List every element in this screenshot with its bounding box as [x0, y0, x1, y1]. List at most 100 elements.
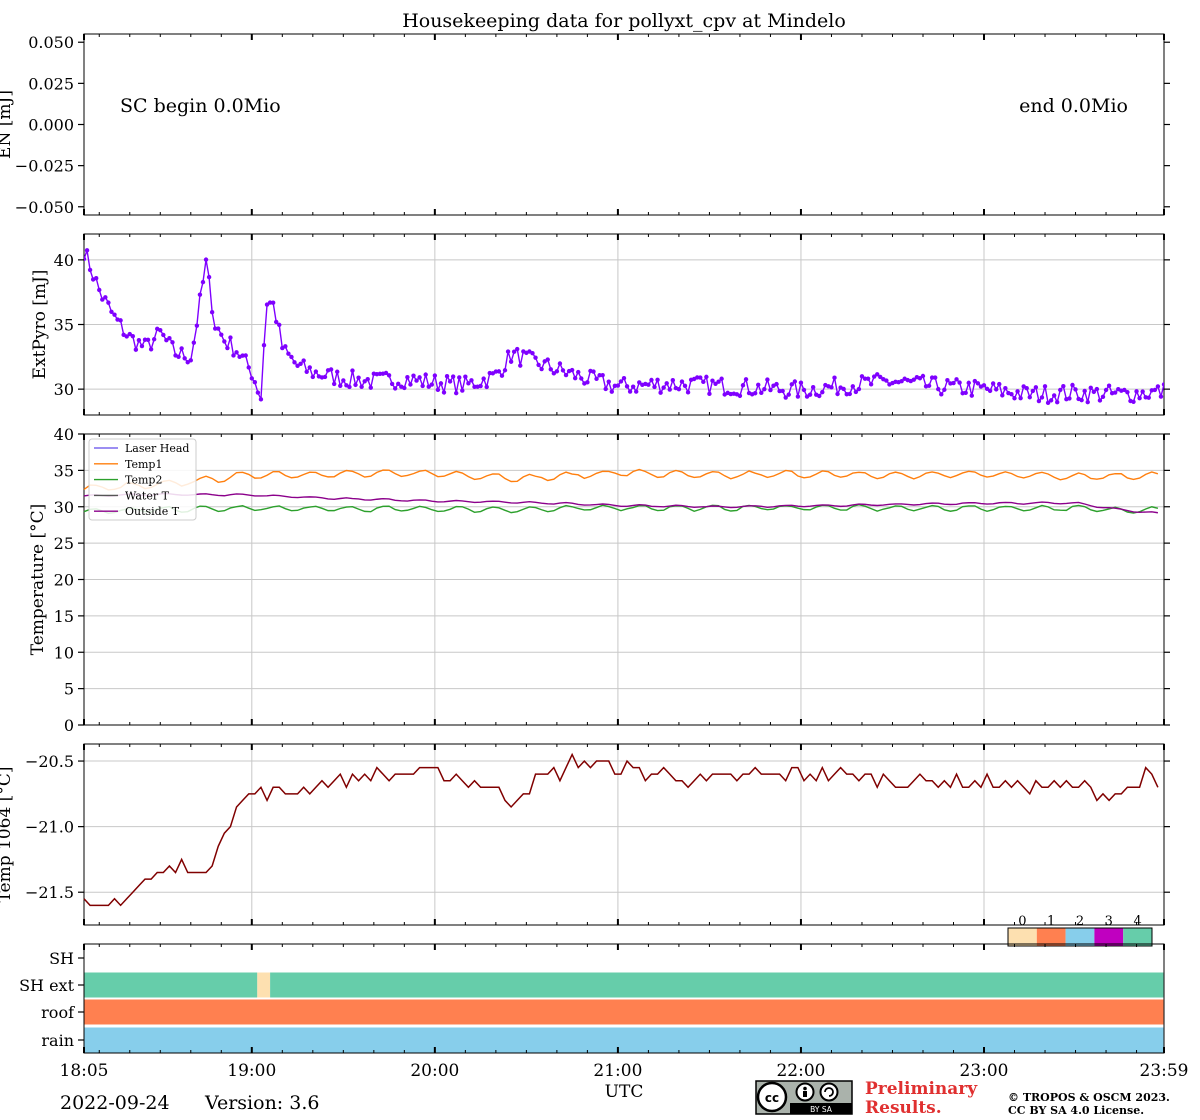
- extpyro-point: [502, 368, 508, 373]
- extpyro-point: [560, 368, 566, 373]
- colorbar-tick-label: 2: [1076, 914, 1084, 929]
- extpyro-point: [664, 381, 669, 386]
- panel-frame: [83, 33, 1165, 216]
- colorbar-tick-label: 3: [1105, 914, 1113, 929]
- extpyro-point: [719, 376, 724, 381]
- extpyro-series: [84, 248, 1164, 406]
- extpyro-point: [176, 354, 181, 359]
- extpyro-point: [990, 381, 996, 386]
- extpyro-point: [460, 388, 465, 393]
- extpyro-point: [649, 377, 654, 383]
- y-tick-label: 35: [54, 461, 74, 480]
- extpyro-point: [1039, 395, 1045, 400]
- extpyro-point: [417, 375, 422, 380]
- extpyro-point: [942, 387, 947, 392]
- extpyro-point: [118, 318, 123, 323]
- extpyro-point: [792, 379, 798, 384]
- extpyro-point: [191, 340, 197, 345]
- extpyro-point: [646, 382, 651, 387]
- status-segment: [84, 1027, 1164, 1053]
- extpyro-point: [957, 380, 962, 385]
- extpyro-point: [335, 369, 340, 374]
- extpyro-point: [438, 381, 444, 386]
- extpyro-point: [682, 383, 688, 389]
- extpyro-point: [981, 383, 987, 388]
- panel-temp1064: −21.5 −21.0 −20.5 Temp 1064 [°C] 0 1 2 3 4: [0, 743, 1170, 947]
- extpyro-point: [353, 382, 358, 388]
- extpyro-point: [603, 386, 608, 392]
- extpyro-point: [1042, 384, 1048, 389]
- extpyro-point: [1137, 395, 1142, 401]
- extpyro-point: [222, 339, 227, 344]
- extpyro-point: [1027, 395, 1032, 400]
- colorbar-tick-label: 1: [1047, 914, 1055, 929]
- extpyro-point: [627, 389, 633, 394]
- extpyro-point: [515, 346, 520, 352]
- extpyro-point: [328, 367, 334, 372]
- extpyro-point: [661, 385, 666, 390]
- colorbar-swatch: [1008, 928, 1037, 946]
- extpyro-point: [386, 373, 392, 378]
- extpyro-point: [1058, 387, 1063, 393]
- extpyro-point: [298, 361, 303, 366]
- extpyro-point: [1036, 398, 1042, 404]
- extpyro-point: [151, 337, 157, 342]
- colorbar-swatch: [1123, 928, 1152, 946]
- x-axis-label: UTC: [605, 1082, 644, 1102]
- y-tick-label: −0.050: [15, 198, 74, 217]
- status-row-label: rain: [41, 1031, 74, 1050]
- extpyro-point: [484, 384, 489, 390]
- extpyro-point: [1024, 385, 1029, 391]
- extpyro-point: [478, 383, 483, 389]
- extpyro-point: [289, 354, 294, 360]
- extpyro-point: [1082, 388, 1087, 394]
- preliminary-line-1: Preliminary: [865, 1079, 978, 1099]
- extpyro-point: [1097, 398, 1103, 403]
- extpyro-point: [621, 375, 627, 381]
- extpyro-point: [243, 353, 248, 358]
- extpyro-point: [310, 374, 316, 380]
- extpyro-point: [987, 388, 993, 394]
- figure-title: Housekeeping data for pollyxt_cpv at Min…: [402, 10, 846, 32]
- extpyro-point: [554, 369, 560, 374]
- version-label: Version: 3.6: [204, 1092, 319, 1114]
- extpyro-point: [200, 279, 206, 285]
- extpyro-point: [1134, 389, 1139, 394]
- extpyro-point: [969, 393, 974, 398]
- y-axis-label: EN [mJ]: [0, 90, 15, 159]
- extpyro-point: [1155, 384, 1161, 389]
- panel-temperature: 0 5 10 15 20 25 30 35 40 Temperature [°C] Laser He…: [28, 425, 1170, 735]
- colorbar-swatch: [1094, 928, 1124, 946]
- extpyro-point: [225, 345, 230, 351]
- extpyro-point: [359, 384, 364, 389]
- extpyro-point: [341, 378, 346, 383]
- extpyro-point: [1000, 393, 1005, 398]
- status-segment: [257, 972, 271, 998]
- svg-text:cc: cc: [765, 1091, 779, 1105]
- extpyro-point: [658, 390, 663, 395]
- extpyro-point: [1015, 389, 1020, 394]
- extpyro-point: [795, 394, 801, 399]
- extpyro-point: [780, 388, 785, 394]
- extpyro-point: [255, 390, 261, 395]
- extpyro-point: [1103, 387, 1109, 393]
- extpyro-point: [219, 332, 224, 337]
- extpyro-point: [231, 353, 236, 358]
- extpyro-point: [441, 390, 447, 395]
- extpyro-point: [1067, 396, 1072, 401]
- extpyro-point: [579, 376, 584, 381]
- legend-label: Laser Head: [125, 442, 189, 455]
- x-tick-label: 19:00: [227, 1061, 276, 1081]
- temperature-legend: Laser Head Temp1 Temp2 Water T Outside T: [88, 438, 197, 521]
- series-line-temp1: [83, 468, 1159, 491]
- extpyro-point: [994, 387, 999, 392]
- extpyro-point: [414, 378, 419, 383]
- extpyro-point: [743, 377, 749, 382]
- extpyro-point: [365, 376, 370, 382]
- status-row-label: roof: [41, 1003, 75, 1022]
- shot-count-end-label: end 0.0Mio: [1019, 95, 1128, 117]
- extpyro-point: [817, 393, 822, 399]
- y-tick-label: 25: [54, 534, 74, 553]
- y-tick-label: 30: [54, 498, 74, 517]
- extpyro-point: [1100, 394, 1106, 400]
